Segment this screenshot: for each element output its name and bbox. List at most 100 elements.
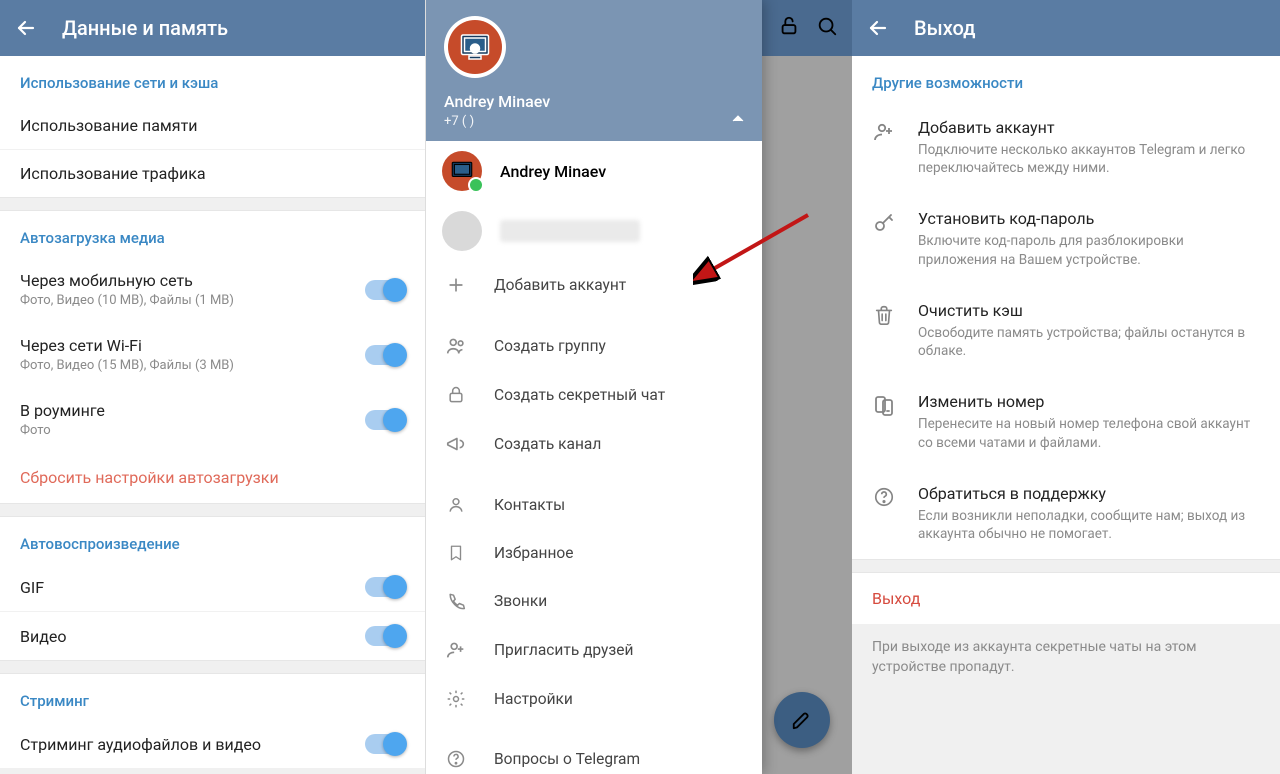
drawer-header[interactable]: Andrey Minaev +7 ( ) [426,0,762,141]
row-streaming[interactable]: Стриминг аудиофайлов и видео [0,720,425,768]
drawer-user-phone: +7 ( ) [444,114,744,129]
section-autoplay: Автовоспроизведение [0,517,425,563]
row-label: Через сети Wi-Fi [20,336,365,355]
group-icon [444,335,468,357]
item-label: Вопросы о Telegram [494,750,640,768]
row-video[interactable]: Видео [0,611,425,660]
row-label: Использование памяти [20,116,405,135]
row-traffic-usage[interactable]: Использование трафика [0,149,425,197]
section-gap [0,660,425,674]
add-user-icon [444,639,468,661]
toggle-gif[interactable] [365,577,405,597]
item-title: Установить код-пароль [918,209,1260,228]
item-label: Настройки [494,690,573,708]
row-label: Использование трафика [20,164,405,183]
item-label: Избранное [494,544,573,562]
row-label: Стриминг аудиофайлов и видео [20,735,365,754]
row-mobile-data[interactable]: Через мобильную сеть Фото, Видео (10 MB)… [0,257,425,322]
lock-icon[interactable] [778,15,800,41]
item-add-account[interactable]: Добавить аккаунт Подключите несколько ак… [852,102,1280,193]
toggle-mobile[interactable] [365,280,405,300]
logout-note: При выходе из аккаунта секретные чаты на… [852,624,1280,695]
item-title: Добавить аккаунт [918,118,1260,137]
header-title: Данные и память [62,16,228,40]
section-other-options: Другие возможности [852,56,1280,102]
back-button[interactable] [14,16,38,40]
item-label: Добавить аккаунт [494,276,626,294]
section-network-usage: Использование сети и кэша [0,56,425,102]
section-gap [0,503,425,517]
account-name-blurred [500,220,640,242]
row-sublabel: Фото [20,423,365,438]
header-data-storage: Данные и память [0,0,425,56]
drawer-saved[interactable]: Избранное [426,529,762,577]
account-name: Andrey Minaev [500,162,606,181]
drawer-add-account[interactable]: Добавить аккаунт [426,261,762,309]
account-row-second[interactable] [426,201,762,261]
item-sub: Если возникли неполадки, сообщите нам; в… [918,507,1260,543]
add-user-icon [870,118,898,177]
help-icon [444,749,468,769]
header-logout: Выход [852,0,1280,56]
item-sub: Включите код-пароль для разблокировки пр… [918,232,1260,268]
section-gap [852,559,1280,573]
toggle-video[interactable] [365,626,405,646]
active-check-icon [468,177,484,193]
drawer-new-group[interactable]: Создать группу [426,321,762,371]
compose-fab[interactable] [774,692,830,748]
drawer-faq[interactable]: Вопросы о Telegram [426,735,762,774]
reset-autoload-button[interactable]: Сбросить настройки автозагрузки [0,452,425,503]
avatar-mini-blurred [442,211,482,251]
back-button[interactable] [866,16,890,40]
drawer-invite[interactable]: Пригласить друзей [426,625,762,675]
header-title: Выход [914,16,976,40]
row-sublabel: Фото, Видео (15 MB), Файлы (3 MB) [20,358,365,373]
toggle-wifi[interactable] [365,345,405,365]
swap-icon [870,392,898,451]
account-row-current[interactable]: Andrey Minaev [426,141,762,201]
item-clear-cache[interactable]: Очистить кэш Освободите память устройств… [852,285,1280,376]
user-icon [444,495,468,515]
item-title: Очистить кэш [918,301,1260,320]
bookmark-icon [444,543,468,563]
item-sub: Освободите память устройства; файлы оста… [918,324,1260,360]
drawer-new-secret-chat[interactable]: Создать секретный чат [426,371,762,419]
drawer-settings[interactable]: Настройки [426,675,762,723]
item-change-number[interactable]: Изменить номер Перенесите на новый номер… [852,376,1280,467]
row-label: GIF [20,578,365,597]
item-label: Создать канал [494,435,601,453]
row-label: Через мобильную сеть [20,271,365,290]
item-label: Создать группу [494,337,606,355]
row-gif[interactable]: GIF [0,563,425,611]
toggle-roaming[interactable] [365,410,405,430]
search-icon[interactable] [816,15,838,41]
section-streaming: Стриминг [0,674,425,720]
panel-data-and-storage: Данные и память Использование сети и кэш… [0,0,426,774]
drawer-contacts[interactable]: Контакты [426,481,762,529]
drawer-calls[interactable]: Звонки [426,577,762,625]
row-roaming[interactable]: В роуминге Фото [0,387,425,452]
section-autoload: Автозагрузка медиа [0,211,425,257]
item-label: Контакты [494,496,565,514]
row-memory-usage[interactable]: Использование памяти [0,102,425,149]
help-icon [870,484,898,543]
plus-icon [444,275,468,295]
panel-logout: Выход Другие возможности Добавить аккаун… [852,0,1280,774]
top-right-actions [762,0,852,56]
item-support[interactable]: Обратиться в поддержку Если возникли неп… [852,468,1280,559]
logout-button[interactable]: Выход [852,573,1280,624]
avatar-mini [442,151,482,191]
item-label: Звонки [494,592,547,610]
row-wifi[interactable]: Через сети Wi-Fi Фото, Видео (15 MB), Фа… [0,322,425,387]
expand-accounts-icon[interactable] [732,108,744,127]
nav-drawer: Andrey Minaev +7 ( ) Andrey Minaev Добав… [426,0,762,774]
toggle-streaming[interactable] [365,734,405,754]
item-passcode[interactable]: Установить код-пароль Включите код-парол… [852,193,1280,284]
drawer-new-channel[interactable]: Создать канал [426,419,762,469]
avatar[interactable] [444,16,506,78]
item-sub: Подключите несколько аккаунтов Telegram … [918,141,1260,177]
row-sublabel: Фото, Видео (10 MB), Файлы (1 MB) [20,293,365,308]
item-title: Изменить номер [918,392,1260,411]
row-label: В роуминге [20,401,365,420]
panel-drawer: Andrey Minaev +7 ( ) Andrey Minaev Добав… [426,0,852,774]
